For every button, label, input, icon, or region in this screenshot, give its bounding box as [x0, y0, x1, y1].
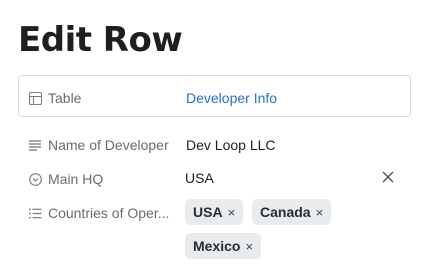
chip-label: USA [193, 204, 223, 220]
list-icon [28, 206, 42, 220]
chip-canada: Canada × [252, 199, 332, 225]
remove-chip-usa-icon[interactable]: × [228, 206, 236, 219]
chip-label: Mexico [193, 238, 241, 254]
developer-name-label-row: Name of Developer [28, 137, 169, 153]
main-hq-label: Main HQ [48, 171, 104, 187]
remove-chip-canada-icon[interactable]: × [316, 206, 324, 219]
table-icon [28, 91, 42, 105]
table-field-label-row: Table [28, 90, 81, 106]
dropdown-circle-icon [28, 172, 42, 186]
chip-usa: USA × [185, 199, 244, 225]
remove-chip-mexico-icon[interactable]: × [245, 240, 253, 253]
countries-label: Countries of Oper... [48, 205, 170, 221]
clear-main-hq-button[interactable] [380, 169, 396, 185]
text-lines-icon [28, 138, 42, 152]
table-field-label: Table [48, 90, 82, 106]
chip-label: Canada [260, 204, 311, 220]
page-title: Edit Row [18, 20, 183, 60]
close-icon [380, 169, 396, 185]
developer-name-value[interactable]: Dev Loop LLC [186, 137, 276, 153]
chip-mexico: Mexico × [185, 233, 262, 259]
developer-name-label: Name of Developer [48, 137, 169, 153]
main-hq-value[interactable]: USA [185, 170, 214, 186]
main-hq-label-row: Main HQ [28, 171, 103, 187]
countries-label-row: Countries of Oper... [28, 205, 169, 221]
table-link[interactable]: Developer Info [186, 90, 277, 106]
